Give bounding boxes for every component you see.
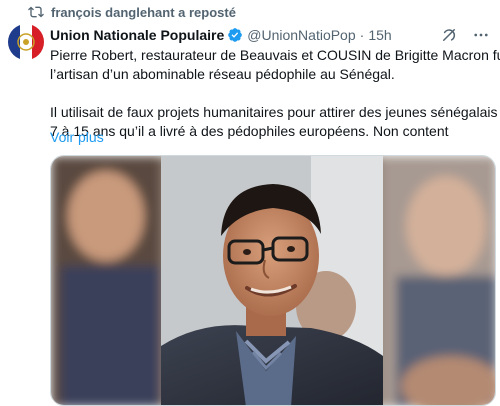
repost-icon [28,6,44,18]
tweet-text-line: Il utilisait de faux projets humanitaire… [50,104,500,120]
show-more-link[interactable]: Voir plus [50,129,104,145]
author-handle[interactable]: @UnionNatioPop [247,27,355,43]
tweet-text: Pierre Robert, restaurateur de Beauvais … [50,46,500,141]
tweet-text-line: Pierre Robert, restaurateur de Beauvais … [50,47,500,63]
tweet-text-line: l’artisan d’un abominable réseau pédophi… [50,66,395,82]
separator-dot: · [359,27,365,43]
tweet-text-line: 7 à 15 ans qu’il a livré à des pédophile… [50,123,449,139]
verified-badge-icon[interactable] [227,27,243,43]
more-options-icon[interactable] [472,26,490,44]
photo-image [51,156,495,405]
avatar[interactable] [8,24,44,60]
author-display-name[interactable]: Union Nationale Populaire [50,27,224,43]
avatar-flag-image [8,24,44,60]
tweet-media-photo[interactable] [50,155,496,406]
repost-header[interactable]: françois danglehant a reposté [28,4,236,20]
header-actions [440,26,490,44]
repost-label: françois danglehant a reposté [51,4,236,20]
tweet-header: Union Nationale Populaire @UnionNatioPop… [50,26,490,44]
grok-icon[interactable] [440,26,458,44]
tweet-timestamp[interactable]: 15h [368,27,391,43]
